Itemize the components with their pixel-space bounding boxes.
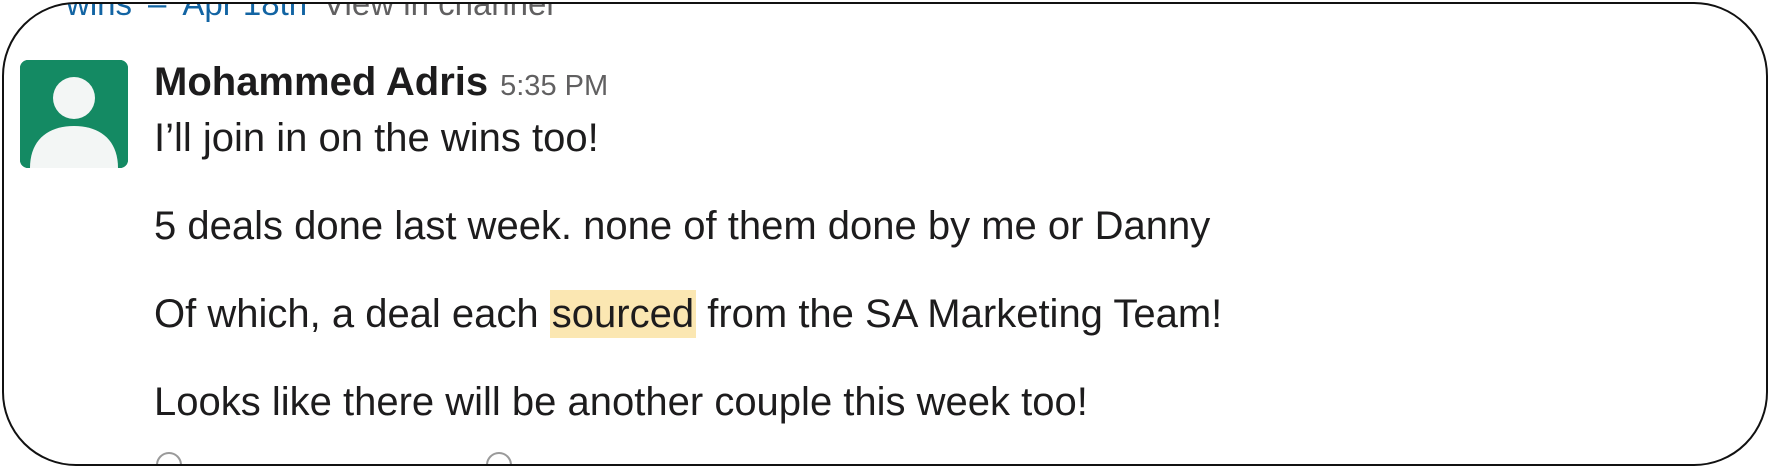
author-name[interactable]: Mohammed Adris bbox=[154, 60, 488, 105]
reaction-icon[interactable] bbox=[484, 450, 514, 466]
message-date-link[interactable]: Apr 18th bbox=[182, 4, 307, 23]
message-line-3-prefix: Of which, a deal each bbox=[154, 292, 550, 336]
channel-link[interactable]: wins bbox=[66, 4, 132, 23]
message-timestamp[interactable]: 5:35 PM bbox=[500, 70, 608, 103]
context-separator: – bbox=[148, 2, 167, 22]
reactions-row bbox=[154, 450, 514, 466]
search-highlight: sourced bbox=[549, 290, 697, 338]
message-line-3-suffix: from the SA Marketing Team! bbox=[696, 292, 1223, 336]
message-body: Mohammed Adris 5:35 PM I’ll join in on t… bbox=[154, 60, 1726, 428]
message-context-bar: wins – Apr 18th View in channel bbox=[66, 2, 554, 24]
message-line-4: Looks like there will be another couple … bbox=[154, 380, 1088, 424]
message-line-2: 5 deals done last week. none of them don… bbox=[154, 204, 1211, 248]
message-card: wins – Apr 18th View in channel Mohammed… bbox=[2, 2, 1768, 466]
message-header: Mohammed Adris 5:35 PM bbox=[154, 60, 1726, 112]
message-line-3: Of which, a deal each sourced from the S… bbox=[154, 288, 1726, 340]
message-line-1: I’ll join in on the wins too! bbox=[154, 116, 599, 160]
default-user-avatar-icon bbox=[20, 60, 128, 168]
view-in-channel-link[interactable]: View in channel bbox=[323, 4, 554, 23]
avatar[interactable] bbox=[20, 60, 128, 168]
reaction-icon[interactable] bbox=[154, 450, 184, 466]
